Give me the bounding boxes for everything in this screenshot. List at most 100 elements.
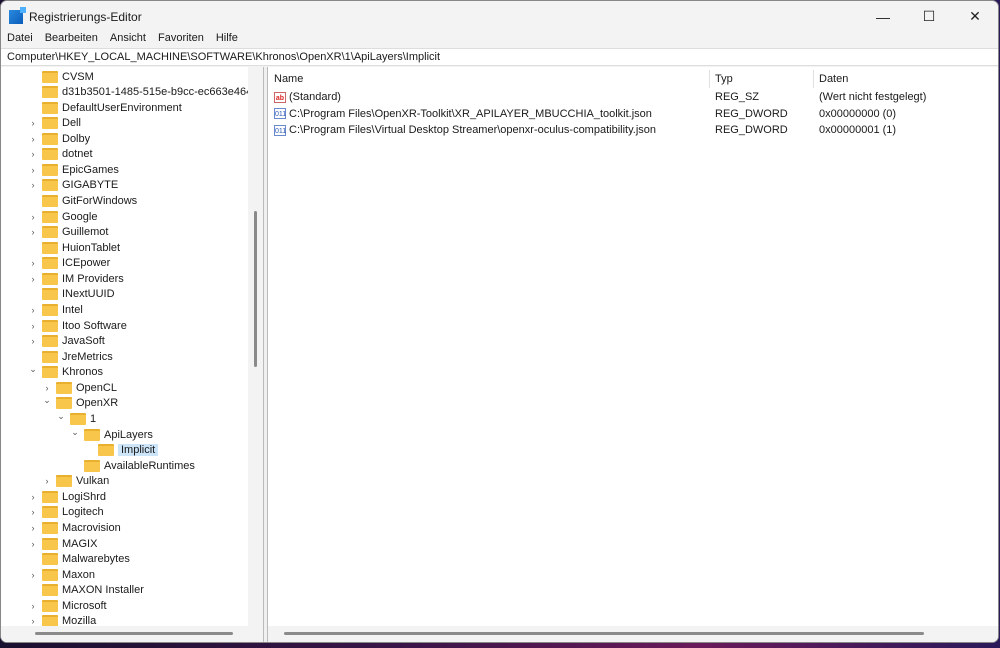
- chevron-right-icon[interactable]: ›: [29, 274, 37, 284]
- tree-item[interactable]: Implicit: [85, 443, 159, 458]
- chevron-right-icon[interactable]: ›: [29, 492, 37, 502]
- value-type: REG_SZ: [715, 91, 760, 103]
- chevron-right-icon[interactable]: ›: [29, 305, 37, 315]
- chevron-right-icon[interactable]: ›: [29, 523, 37, 533]
- tree-item[interactable]: › Intel: [29, 303, 83, 318]
- tree-item[interactable]: CVSM: [29, 69, 94, 84]
- tree-item[interactable]: MAXON Installer: [29, 583, 144, 598]
- chevron-right-icon[interactable]: ›: [29, 539, 37, 549]
- folder-icon: [42, 319, 58, 332]
- folder-icon: [42, 568, 58, 581]
- tree-item-label: 1: [90, 413, 97, 426]
- menu-bearbeiten[interactable]: Bearbeiten: [45, 32, 98, 48]
- tree-item-label: Dolby: [62, 132, 91, 145]
- chevron-right-icon[interactable]: ›: [29, 601, 37, 611]
- maximize-button[interactable]: ☐: [906, 8, 952, 25]
- menu-ansicht[interactable]: Ansicht: [110, 32, 146, 48]
- chevron-right-icon[interactable]: ›: [29, 134, 37, 144]
- tree-horizontal-scroll-thumb[interactable]: [35, 632, 233, 635]
- chevron-down-icon[interactable]: ⌄: [57, 411, 65, 422]
- tree-item-label: OpenCL: [76, 381, 117, 394]
- tree-item[interactable]: › JavaSoft: [29, 334, 105, 349]
- tree-item[interactable]: › EpicGames: [29, 162, 119, 177]
- tree-item[interactable]: › Google: [29, 209, 97, 224]
- folder-icon: [42, 490, 58, 503]
- address-bar[interactable]: Computer\HKEY_LOCAL_MACHINE\SOFTWARE\Khr…: [1, 48, 998, 66]
- tree-item[interactable]: › GIGABYTE: [29, 178, 118, 193]
- chevron-right-icon[interactable]: ›: [29, 212, 37, 222]
- chevron-down-icon[interactable]: ⌄: [29, 364, 37, 375]
- tree-horizontal-scrollbar[interactable]: [1, 626, 263, 642]
- tree-item[interactable]: Malwarebytes: [29, 552, 130, 567]
- chevron-right-icon[interactable]: ›: [29, 507, 37, 517]
- values-horizontal-scrollbar[interactable]: [268, 626, 998, 642]
- chevron-right-icon[interactable]: ›: [29, 149, 37, 159]
- tree-item[interactable]: › Microsoft: [29, 598, 107, 613]
- values-horizontal-scroll-thumb[interactable]: [284, 632, 924, 635]
- column-header-type[interactable]: Typ: [715, 73, 733, 85]
- column-divider[interactable]: [709, 70, 710, 88]
- folder-icon: [56, 381, 72, 394]
- tree-item[interactable]: › Dolby: [29, 131, 90, 146]
- value-row[interactable]: ab (Standard) REG_SZ (Wert nicht festgelegt…: [268, 89, 998, 105]
- tree-item[interactable]: AvailableRuntimes: [71, 458, 195, 473]
- chevron-right-icon[interactable]: ›: [29, 258, 37, 268]
- tree-item-label: AvailableRuntimes: [104, 459, 195, 472]
- tree-item[interactable]: › Dell: [29, 116, 81, 131]
- folder-icon: [42, 553, 58, 566]
- tree-item[interactable]: › Maxon: [29, 567, 95, 582]
- chevron-right-icon[interactable]: ›: [29, 227, 37, 237]
- chevron-right-icon[interactable]: ›: [29, 118, 37, 128]
- menu-hilfe[interactable]: Hilfe: [216, 32, 238, 48]
- value-name: (Standard): [289, 91, 341, 103]
- minimize-button[interactable]: —: [860, 9, 906, 25]
- tree-item[interactable]: › ICEpower: [29, 256, 110, 271]
- tree-item[interactable]: › Itoo Software: [29, 318, 127, 333]
- tree-item[interactable]: › Macrovision: [29, 521, 121, 536]
- tree-item[interactable]: ⌄ 1: [57, 411, 97, 427]
- chevron-right-icon[interactable]: ›: [29, 165, 37, 175]
- chevron-right-icon[interactable]: ›: [29, 616, 37, 626]
- menu-datei[interactable]: Datei: [7, 32, 33, 48]
- chevron-right-icon[interactable]: ›: [29, 180, 37, 190]
- chevron-right-icon[interactable]: ›: [29, 570, 37, 580]
- chevron-down-icon[interactable]: ⌄: [43, 395, 51, 406]
- value-row[interactable]: 011 C:\Program Files\Virtual Desktop Stre…: [268, 122, 998, 138]
- tree-item[interactable]: › OpenCL: [43, 380, 117, 395]
- tree-item[interactable]: › Logitech: [29, 505, 104, 520]
- tree-item[interactable]: GitForWindows: [29, 194, 137, 209]
- chevron-right-icon[interactable]: ›: [29, 336, 37, 346]
- close-button[interactable]: ✕: [952, 8, 998, 25]
- tree-item[interactable]: ⌄ ApiLayers: [71, 427, 153, 442]
- tree-item-label: CVSM: [62, 70, 94, 83]
- tree-item[interactable]: › Vulkan: [43, 474, 109, 489]
- tree-item[interactable]: JreMetrics: [29, 349, 113, 364]
- tree-item[interactable]: ⌄ OpenXR: [43, 395, 118, 411]
- tree-item[interactable]: › dotnet: [29, 147, 93, 162]
- tree-item-label: Malwarebytes: [62, 553, 130, 566]
- tree-vertical-scroll-thumb[interactable]: [254, 211, 257, 367]
- menu-favoriten[interactable]: Favoriten: [158, 32, 204, 48]
- tree-item[interactable]: ⌄ Khronos: [29, 364, 103, 380]
- column-divider[interactable]: [813, 70, 814, 88]
- tree-item[interactable]: INextUUID: [29, 287, 115, 302]
- tree-item[interactable]: › LogiShrd: [29, 489, 106, 504]
- tree-item[interactable]: DefaultUserEnvironment: [29, 100, 182, 115]
- value-row[interactable]: 011 C:\Program Files\OpenXR-Toolkit\XR_AP…: [268, 106, 998, 122]
- tree-item-label: HuionTablet: [62, 241, 121, 254]
- chevron-right-icon[interactable]: ›: [43, 476, 51, 486]
- tree-item[interactable]: › MAGIX: [29, 536, 97, 551]
- chevron-right-icon[interactable]: ›: [29, 321, 37, 331]
- tree-item[interactable]: › IM Providers: [29, 271, 124, 286]
- tree-item[interactable]: HuionTablet: [29, 240, 120, 255]
- folder-icon: [42, 148, 58, 161]
- tree-item[interactable]: › Guillemot: [29, 225, 108, 240]
- tree-vertical-scrollbar[interactable]: [248, 67, 263, 629]
- chevron-right-icon[interactable]: ›: [43, 383, 51, 393]
- value-data: 0x00000001 (1): [819, 124, 897, 136]
- tree-item[interactable]: d31b3501-1485-515e-b9cc-ec663e464c2a: [29, 85, 248, 100]
- column-header-data[interactable]: Daten: [819, 73, 848, 85]
- value-type: REG_DWORD: [715, 107, 788, 120]
- column-header-name[interactable]: Name: [274, 73, 303, 85]
- chevron-down-icon[interactable]: ⌄: [71, 427, 79, 438]
